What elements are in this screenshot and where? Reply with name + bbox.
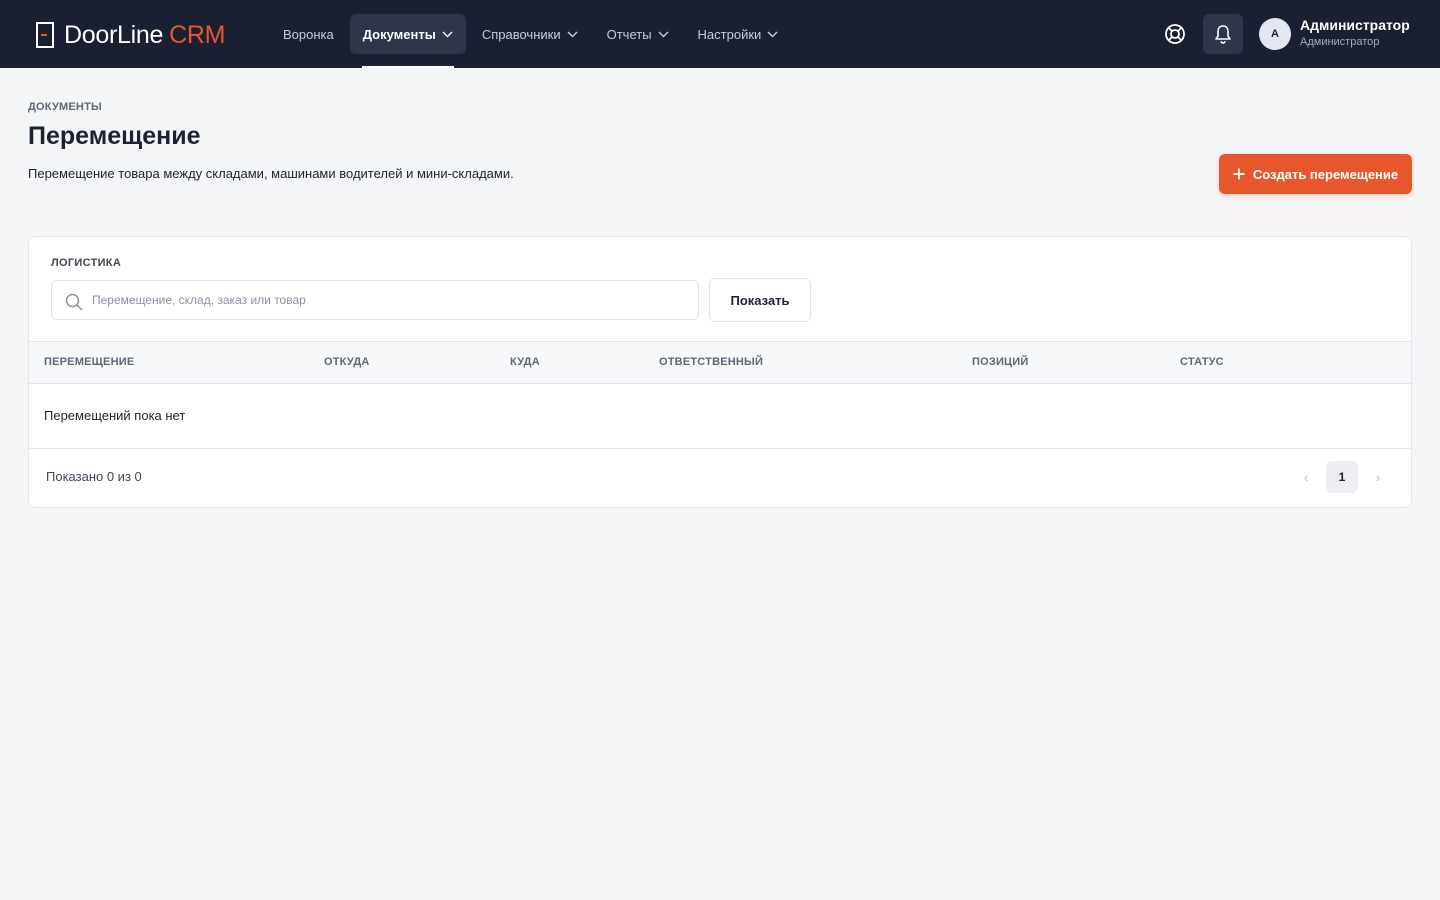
pagination-next-button[interactable]: › <box>1365 462 1391 492</box>
breadcrumb: ДОКУМЕНТЫ <box>28 101 102 113</box>
nav-item-reports[interactable]: Отчеты <box>594 14 682 54</box>
create-transfer-label: Создать перемещение <box>1252 166 1399 182</box>
search-icon <box>65 293 83 311</box>
nav-item-label: Документы <box>362 26 436 42</box>
filter-section-label: ЛОГИСТИКА <box>51 257 122 269</box>
column-header-from[interactable]: ОТКУДА <box>324 356 370 368</box>
lifebuoy-icon <box>1165 24 1185 44</box>
logo[interactable]: DoorLine CRM <box>36 22 225 48</box>
pagination-prev-button[interactable]: ‹ <box>1293 462 1319 492</box>
nav-item-label: Воронка <box>283 26 334 42</box>
create-transfer-button[interactable]: Создать перемещение <box>1219 154 1412 194</box>
page-title: Перемещение <box>28 122 201 150</box>
pagination-summary: Показано 0 из 0 <box>46 469 142 484</box>
show-button-label: Показать <box>730 292 790 308</box>
column-header-to[interactable]: КУДА <box>510 356 540 368</box>
top-navigation-bar: DoorLine CRM Воронка Документы Справочник… <box>0 0 1440 68</box>
door-icon <box>36 22 54 48</box>
pagination-page-button[interactable]: 1 <box>1326 461 1358 493</box>
page-description: Перемещение товара между складами, машин… <box>28 166 514 181</box>
column-header-responsible[interactable]: ОТВЕТСТВЕННЫЙ <box>659 356 763 368</box>
show-button[interactable]: Показать <box>709 278 811 322</box>
avatar[interactable]: А <box>1259 18 1291 50</box>
help-button[interactable] <box>1162 21 1188 47</box>
plus-icon <box>1233 168 1245 180</box>
logo-main: DoorLine <box>64 21 164 49</box>
logo-text: DoorLine CRM <box>64 22 225 48</box>
search-input[interactable] <box>92 281 687 319</box>
nav-item-settings[interactable]: Настройки <box>685 14 792 54</box>
bell-icon <box>1215 25 1231 44</box>
nav-item-label: Настройки <box>697 26 762 42</box>
chevron-down-icon <box>567 31 578 37</box>
search-field[interactable] <box>51 280 699 320</box>
nav-item-funnel[interactable]: Воронка <box>270 14 347 54</box>
avatar-initial: А <box>1271 28 1279 40</box>
nav-item-label: Справочники <box>481 26 561 42</box>
transfers-card: ЛОГИСТИКА Показать ПЕРЕМЕЩЕНИЕ ОТКУДА КУ… <box>28 236 1412 508</box>
nav-item-references[interactable]: Справочники <box>469 14 591 54</box>
main-nav: Воронка Документы Справочники Отчеты Нас… <box>270 14 794 68</box>
chevron-down-icon <box>767 31 778 37</box>
chevron-down-icon <box>658 31 669 37</box>
chevron-down-icon <box>442 31 453 37</box>
table-header: ПЕРЕМЕЩЕНИЕ ОТКУДА КУДА ОТВЕТСТВЕННЫЙ ПО… <box>29 341 1411 384</box>
user-role: Администратор <box>1300 36 1380 48</box>
nav-item-label: Отчеты <box>606 26 652 42</box>
empty-message: Перемещений пока нет <box>44 408 186 423</box>
column-header-transfer[interactable]: ПЕРЕМЕЩЕНИЕ <box>44 356 134 368</box>
logo-accent: CRM <box>169 21 226 49</box>
notifications-button[interactable] <box>1203 14 1243 54</box>
nav-item-documents[interactable]: Документы <box>349 14 466 68</box>
column-header-positions[interactable]: ПОЗИЦИЙ <box>972 356 1029 368</box>
table-empty-row: Перемещений пока нет <box>29 384 1411 449</box>
user-name[interactable]: Администратор <box>1300 17 1410 33</box>
column-header-status[interactable]: СТАТУС <box>1180 356 1224 368</box>
